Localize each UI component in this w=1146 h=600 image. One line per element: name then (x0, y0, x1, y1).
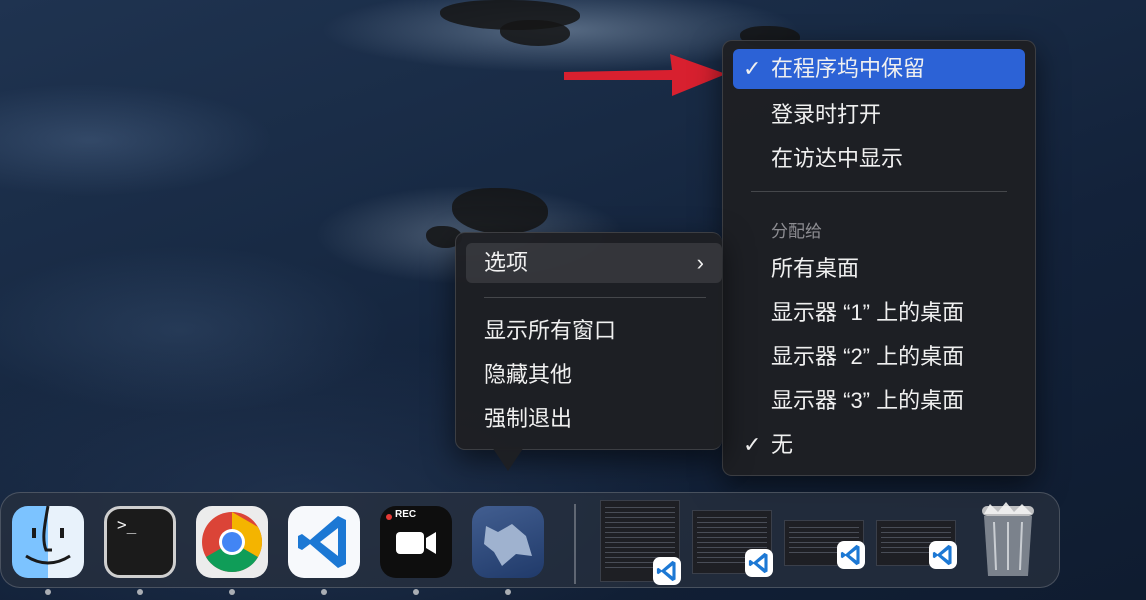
menu-item-label: 在访达中显示 (771, 146, 904, 171)
running-indicator (413, 589, 419, 595)
menu-pointer (492, 447, 524, 471)
dock-divider (574, 504, 576, 584)
trash-can-icon (982, 502, 1034, 576)
options-submenu: ✓ 在程序坞中保留 登录时打开 在访达中显示 分配给 所有桌面 显示器 “1” … (722, 40, 1036, 476)
menu-item-force-quit[interactable]: 强制退出 (466, 399, 712, 439)
terminal-prompt: >_ (117, 515, 137, 534)
menu-item-open-at-login[interactable]: 登录时打开 (733, 95, 1025, 135)
menu-item-hide-others[interactable]: 隐藏其他 (466, 355, 712, 395)
menu-item-show-in-finder[interactable]: 在访达中显示 (733, 139, 1025, 179)
vscode-logo-icon (298, 516, 346, 568)
minimized-window-thumbnail[interactable] (692, 510, 773, 577)
minimized-window-thumbnail[interactable] (876, 520, 957, 569)
running-indicator (321, 589, 327, 595)
menu-item-label: 所有桌面 (771, 256, 860, 281)
trash-icon[interactable] (976, 500, 1040, 580)
finder-icon[interactable] (12, 506, 84, 578)
menu-item-label: 无 (771, 432, 794, 457)
terminal-icon[interactable]: >_ (104, 506, 176, 578)
running-indicator (137, 589, 143, 595)
menu-item-options[interactable]: 选项 › (466, 243, 722, 283)
menu-item-label: 显示器 “3” 上的桌面 (771, 388, 965, 413)
menu-item-label: 显示器 “2” 上的桌面 (771, 344, 965, 369)
menu-item-display3-desktop[interactable]: 显示器 “3” 上的桌面 (733, 381, 1025, 421)
minimized-window-thumbnail[interactable] (600, 500, 681, 585)
menu-separator (751, 191, 1007, 192)
checkmark-icon: ✓ (743, 432, 762, 457)
menu-item-label: 登录时打开 (771, 102, 882, 127)
menu-item-label: 隐藏其他 (484, 362, 573, 387)
vscode-badge-icon (653, 557, 681, 585)
running-indicator (505, 589, 511, 595)
chevron-right-icon: › (696, 250, 704, 275)
checkmark-icon: ✓ (743, 56, 762, 81)
vscode-icon[interactable] (288, 506, 360, 578)
vscode-badge-icon (929, 541, 957, 569)
menu-separator (484, 297, 706, 298)
menu-item-label: 显示所有窗口 (484, 318, 617, 343)
minimized-window-thumbnail[interactable] (784, 520, 865, 569)
vscode-badge-icon (745, 549, 773, 577)
wolf-head-icon (484, 524, 532, 566)
menu-item-display1-desktop[interactable]: 显示器 “1” 上的桌面 (733, 293, 1025, 333)
running-indicator (45, 589, 51, 595)
menu-item-label: 选项 (484, 250, 529, 275)
running-indicator (229, 589, 235, 595)
wolf-app-icon[interactable] (472, 506, 544, 578)
video-camera-icon (396, 532, 436, 554)
menu-item-none[interactable]: ✓ 无 (733, 425, 1025, 465)
screen-recorder-icon[interactable]: REC (380, 506, 452, 578)
finder-face-icon (25, 506, 71, 565)
menu-item-label: 强制退出 (484, 406, 573, 431)
menu-item-show-all-windows[interactable]: 显示所有窗口 (466, 311, 712, 351)
dock-context-menu: 选项 › 显示所有窗口 隐藏其他 强制退出 (455, 232, 722, 450)
vscode-badge-icon (837, 541, 865, 569)
annotation-arrow-icon (564, 54, 726, 96)
menu-item-label: 在程序坞中保留 (771, 56, 926, 81)
menu-item-keep-in-dock[interactable]: ✓ 在程序坞中保留 (733, 49, 1025, 89)
menu-item-label: 显示器 “1” 上的桌面 (771, 300, 965, 325)
assign-to-header: 分配给 (771, 222, 822, 241)
menu-item-all-desktops[interactable]: 所有桌面 (733, 249, 1025, 289)
menu-item-display2-desktop[interactable]: 显示器 “2” 上的桌面 (733, 337, 1025, 377)
chrome-logo-icon (202, 512, 263, 573)
chrome-icon[interactable] (196, 506, 268, 578)
